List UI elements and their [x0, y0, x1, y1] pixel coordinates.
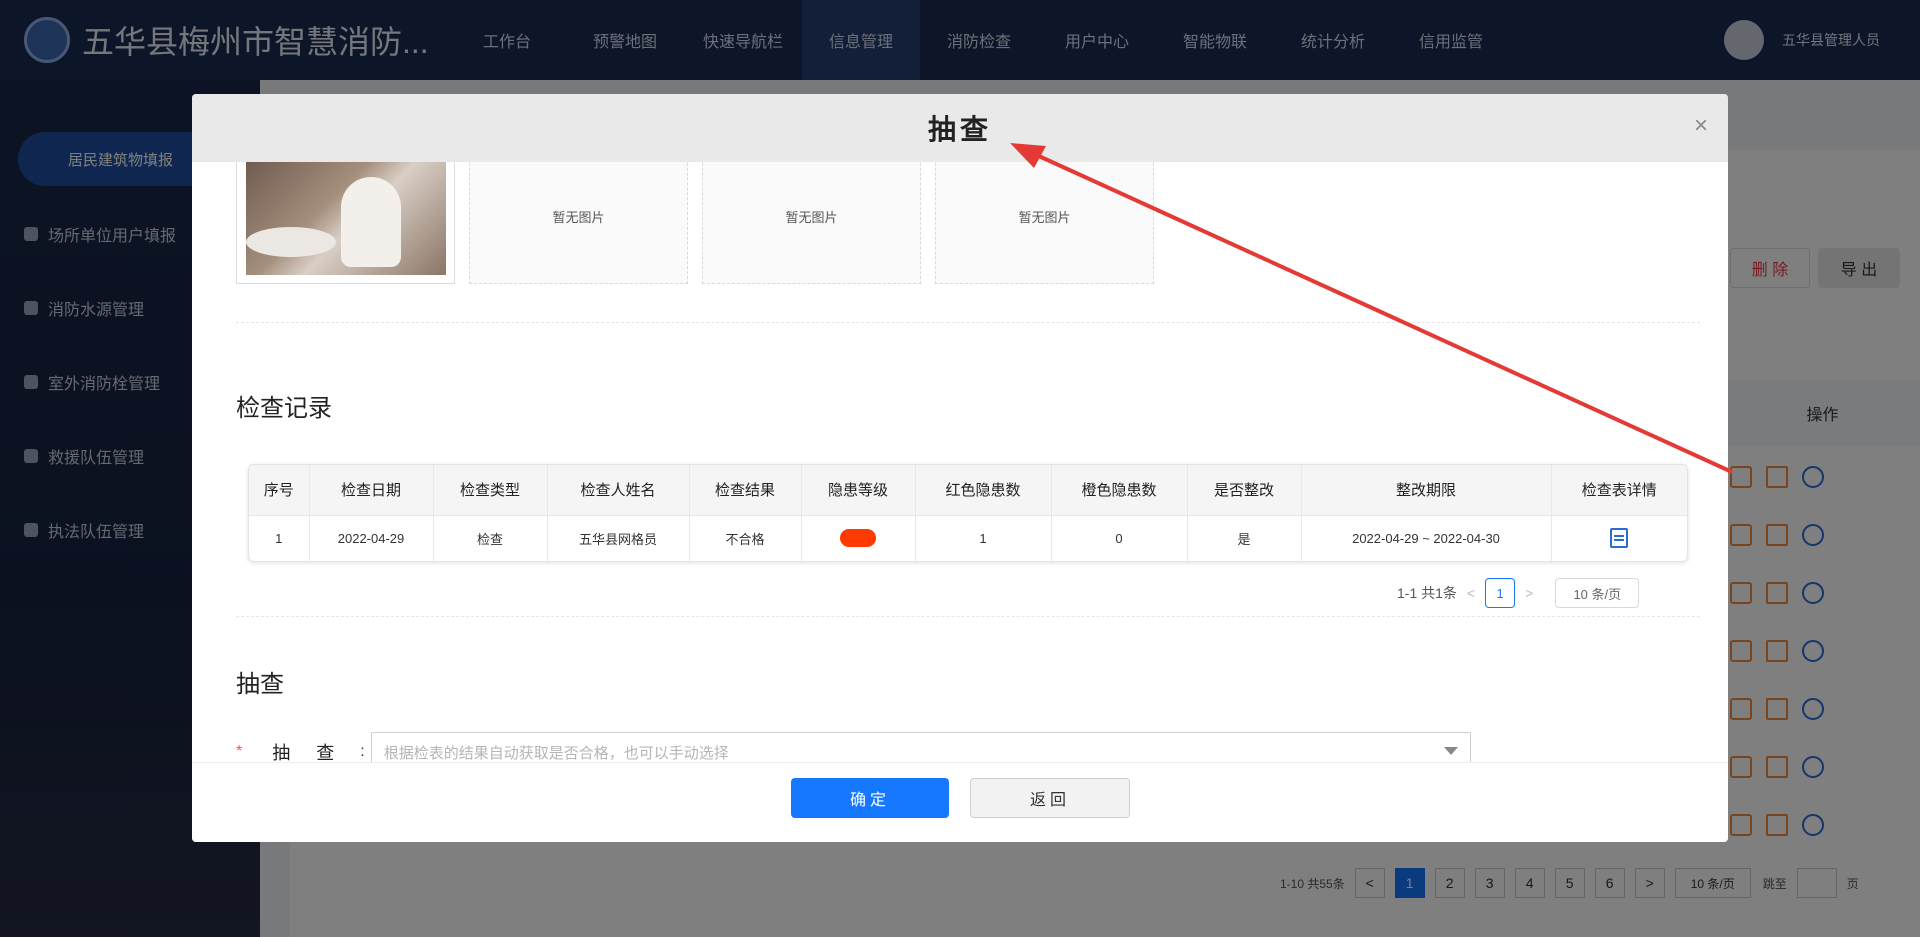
- col-date: 检查日期: [309, 465, 434, 515]
- photo-thumbnail[interactable]: [236, 162, 455, 284]
- col-level: 隐患等级: [801, 465, 916, 515]
- divider: [236, 616, 1700, 617]
- photo-placeholder: 暂无图片: [935, 162, 1154, 284]
- cell-red-count: 1: [915, 514, 1052, 561]
- table-row: 1 2022-04-29 检查 五华县网格员 不合格 1 0 是 2022-04…: [249, 514, 1687, 561]
- page-size-select[interactable]: 10 条/页: [1555, 578, 1640, 608]
- photo-placeholder: 暂无图片: [702, 162, 921, 284]
- pager-prev-icon[interactable]: <: [1467, 585, 1475, 601]
- col-orange-count: 橙色隐患数: [1051, 465, 1188, 515]
- cell-orange-count: 0: [1051, 514, 1188, 561]
- photo-list: 暂无图片 暂无图片 暂无图片: [236, 162, 1154, 284]
- col-rectified: 是否整改: [1187, 465, 1302, 515]
- cell-date: 2022-04-29: [309, 514, 434, 561]
- cell-index: 1: [249, 514, 310, 561]
- cell-level: [801, 514, 916, 561]
- cat-photo: [245, 162, 446, 275]
- modal-title: 抽查: [927, 114, 992, 145]
- photo-placeholder: 暂无图片: [469, 162, 688, 284]
- divider: [236, 322, 1700, 323]
- cell-deadline: 2022-04-29 ~ 2022-04-30: [1301, 514, 1552, 561]
- pager-total: 1-1 共1条: [1397, 585, 1457, 601]
- modal-body: 暂无图片 暂无图片 暂无图片 检查记录 序号 检查日期 检查类型 检查人姓名 检…: [192, 162, 1728, 762]
- col-deadline: 整改期限: [1301, 465, 1552, 515]
- pager-current-page[interactable]: 1: [1485, 578, 1516, 608]
- caret-down-icon: [1443, 747, 1458, 755]
- spot-check-modal: 抽查 × 暂无图片 暂无图片 暂无图片 检查记录 序号 检查日期 检查类型 检查…: [192, 94, 1728, 842]
- col-checklist: 检查表详情: [1551, 465, 1687, 515]
- cell-rectified: 是: [1187, 514, 1302, 561]
- modal-footer: 确定 返回: [192, 762, 1728, 842]
- risk-level-badge: [840, 529, 876, 548]
- close-icon[interactable]: ×: [1694, 112, 1708, 140]
- col-red-count: 红色隐患数: [915, 465, 1052, 515]
- cell-result: 不合格: [689, 514, 802, 561]
- col-index: 序号: [249, 465, 310, 515]
- col-inspector: 检查人姓名: [547, 465, 690, 515]
- document-icon[interactable]: [1610, 528, 1629, 549]
- modal-header: 抽查 ×: [192, 94, 1728, 162]
- records-section-title: 检查记录: [236, 395, 332, 422]
- cell-checklist: [1551, 514, 1687, 561]
- pager-next-icon[interactable]: >: [1525, 585, 1533, 601]
- label-colon: :: [360, 743, 365, 760]
- cell-type: 检查: [433, 514, 548, 561]
- inspection-records-table: 序号 检查日期 检查类型 检查人姓名 检查结果 隐患等级 红色隐患数 橙色隐患数…: [248, 464, 1688, 562]
- col-result: 检查结果: [689, 465, 802, 515]
- required-mark: *: [236, 743, 243, 760]
- confirm-button[interactable]: 确定: [791, 778, 949, 818]
- spot-check-section-title: 抽查: [236, 671, 284, 698]
- back-button[interactable]: 返回: [970, 778, 1130, 818]
- select-placeholder: 根据检表的结果自动获取是否合格，也可以手动选择: [383, 744, 729, 762]
- col-type: 检查类型: [433, 465, 548, 515]
- cell-inspector: 五华县网格员: [547, 514, 690, 561]
- records-pagination: 1-1 共1条 < 1 > 10 条/页: [1397, 578, 1640, 608]
